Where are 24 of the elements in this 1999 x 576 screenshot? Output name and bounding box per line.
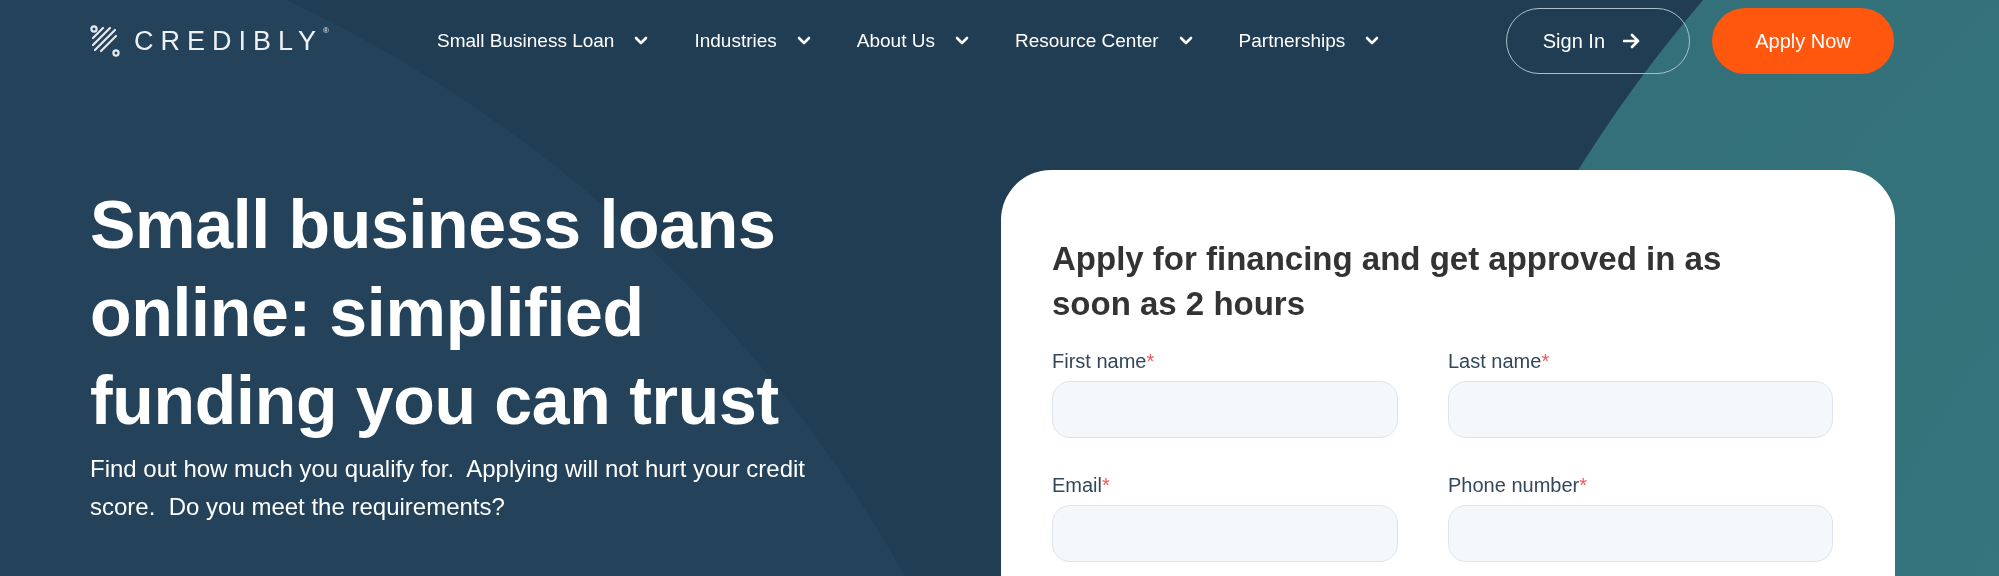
nav-menu-item[interactable]: Industries	[694, 30, 811, 52]
chevron-down-icon	[634, 36, 649, 46]
input-field[interactable]	[1052, 505, 1398, 562]
chevron-down-icon	[796, 36, 811, 46]
arrow-right-icon	[1623, 33, 1641, 49]
form-title: Apply for financing and get approved in as soon as 2 hours	[1052, 239, 1723, 324]
chevron-down-icon	[1178, 36, 1193, 46]
field-label: Phone number*	[1448, 474, 1588, 497]
nav-menu-item[interactable]: Small Business Loan	[437, 30, 649, 52]
field-label: Email*	[1052, 474, 1111, 497]
input-field[interactable]	[1052, 381, 1398, 438]
logo-icon	[90, 25, 120, 57]
hero-text: Find out how much you qualify for. Applying will not hurt your credit score. Do you meet the requirements?	[90, 454, 807, 522]
input-field[interactable]	[1448, 381, 1833, 438]
chevron-down-icon	[1365, 36, 1380, 46]
nav-menu-item[interactable]: Partnerships	[1238, 30, 1380, 52]
nav-menu-item[interactable]: Resource Center	[1014, 30, 1193, 52]
field-label: First name*	[1052, 350, 1156, 373]
field-label: Last name*	[1448, 350, 1551, 373]
nav-menu-item[interactable]: About Us	[856, 30, 969, 52]
input-field[interactable]	[1448, 505, 1833, 562]
logo-text[interactable]: CREDIBLY$^{®}$	[134, 25, 329, 57]
chevron-down-icon	[954, 36, 969, 46]
hero-heading: Small business loans online: simplified funding you can trust	[90, 185, 780, 440]
